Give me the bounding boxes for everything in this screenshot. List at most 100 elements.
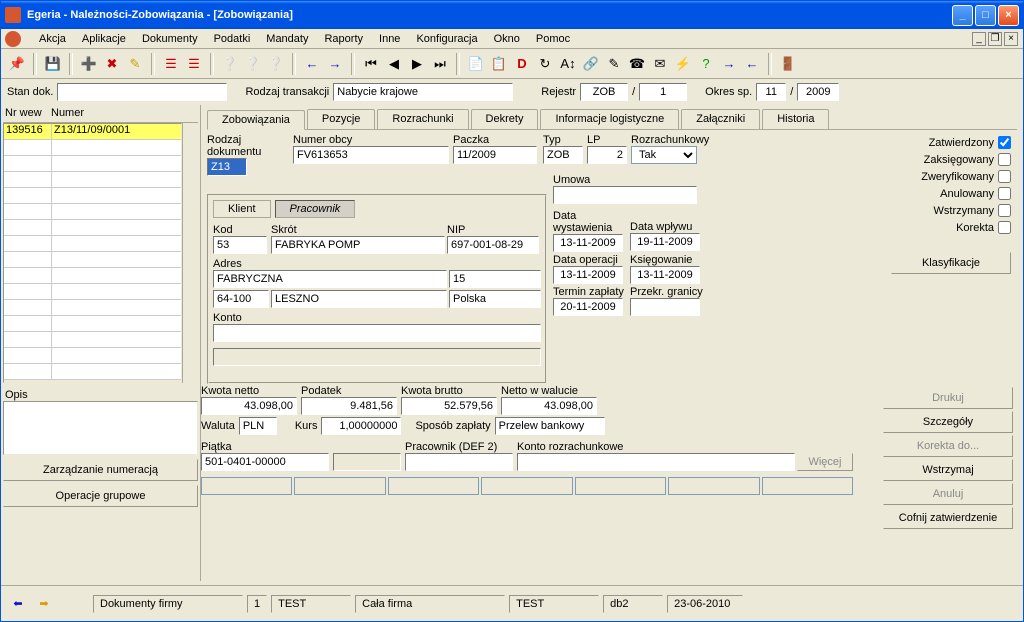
data-oper-input[interactable]	[553, 266, 623, 284]
exit-icon[interactable]: 🚪	[778, 54, 798, 74]
kontor-input[interactable]	[517, 453, 795, 471]
prac-input[interactable]	[405, 453, 513, 471]
menu-mandaty[interactable]: Mandaty	[258, 31, 316, 47]
help-icon[interactable]: ❔	[220, 54, 240, 74]
mdi-minimize[interactable]: _	[972, 32, 986, 46]
mdi-close[interactable]: ×	[1004, 32, 1018, 46]
ksieg-input[interactable]	[630, 266, 700, 284]
netto-input[interactable]	[201, 397, 297, 415]
close-button[interactable]: ×	[998, 5, 1019, 26]
flash-icon[interactable]: ⚡	[673, 54, 693, 74]
tab-zalaczniki[interactable]: Załączniki	[681, 109, 760, 129]
arrow-right-icon[interactable]: →	[325, 54, 345, 74]
ktab-pracownik[interactable]: Pracownik	[275, 200, 356, 218]
termin-input[interactable]	[553, 298, 623, 316]
piatka-input[interactable]	[201, 453, 329, 471]
przekr-input[interactable]	[630, 298, 700, 316]
next-icon[interactable]: ▶	[407, 54, 427, 74]
stan-input[interactable]	[57, 83, 227, 101]
find-icon[interactable]: ❔	[243, 54, 263, 74]
cofnij-button[interactable]: Cofnij zatwierdzenie	[883, 507, 1013, 529]
data-wplyw-input[interactable]	[630, 233, 700, 251]
adres-city-input[interactable]	[271, 290, 447, 308]
group-operations-button[interactable]: Operacje grupowe	[3, 485, 198, 507]
menu-dokumenty[interactable]: Dokumenty	[134, 31, 206, 47]
opis-textarea[interactable]	[3, 401, 198, 455]
tab-rozrachunki[interactable]: Rozrachunki	[377, 109, 468, 129]
menu-akcja[interactable]: Akcja	[31, 31, 74, 47]
waluta-input[interactable]	[239, 417, 277, 435]
anuluj-button[interactable]: Anuluj	[883, 483, 1013, 505]
wiecej-button[interactable]: Więcej	[797, 453, 853, 471]
chk-zatw[interactable]	[998, 136, 1011, 149]
brutto-input[interactable]	[401, 397, 497, 415]
rozrach-select[interactable]: Tak	[631, 146, 697, 164]
okres-y-input[interactable]	[797, 83, 839, 101]
tab-pozycje[interactable]: Pozycje	[307, 109, 376, 129]
lp-input[interactable]	[587, 146, 627, 164]
menu-konfiguracja[interactable]: Konfiguracja	[408, 31, 485, 47]
prev-icon[interactable]: ◀	[384, 54, 404, 74]
delete-icon[interactable]: ✖	[102, 54, 122, 74]
kurs-input[interactable]	[321, 417, 401, 435]
doc-list[interactable]: 139516 Z13/11/09/0001	[3, 123, 182, 383]
korekta-button[interactable]: Korekta do...	[883, 435, 1013, 457]
menu-pomoc[interactable]: Pomoc	[528, 31, 578, 47]
pin-icon[interactable]: 📌	[7, 54, 27, 74]
data-wyst-input[interactable]	[553, 234, 623, 252]
chk-zwer[interactable]	[998, 170, 1011, 183]
adres-country-input[interactable]	[449, 290, 541, 308]
wstrzymaj-button[interactable]: Wstrzymaj	[883, 459, 1013, 481]
tab-dekrety[interactable]: Dekrety	[471, 109, 539, 129]
manage-numbering-button[interactable]: Zarządzanie numeracją	[3, 459, 198, 481]
sort-icon[interactable]: A↕	[558, 54, 578, 74]
rejestr-num-input[interactable]	[639, 83, 687, 101]
klasyfikacje-button[interactable]: Klasyfikacje	[891, 252, 1011, 274]
menu-podatki[interactable]: Podatki	[206, 31, 259, 47]
doc1-icon[interactable]: 📄	[466, 54, 486, 74]
edit-icon[interactable]: ✎	[125, 54, 145, 74]
menu-aplikacje[interactable]: Aplikacje	[74, 31, 134, 47]
chk-wstr[interactable]	[998, 204, 1011, 217]
drukuj-button[interactable]: Drukuj	[883, 387, 1013, 409]
spos-input[interactable]	[495, 417, 605, 435]
d-icon[interactable]: D	[512, 54, 532, 74]
okres-m-input[interactable]	[756, 83, 786, 101]
list-scrollbar[interactable]	[182, 123, 198, 383]
konto-input[interactable]	[213, 324, 541, 342]
menu-okno[interactable]: Okno	[486, 31, 528, 47]
tab-zobowiazania[interactable]: Zobowiązania	[207, 110, 305, 130]
menu-inne[interactable]: Inne	[371, 31, 408, 47]
phone-icon[interactable]: ☎	[627, 54, 647, 74]
maximize-button[interactable]: □	[975, 5, 996, 26]
podatek-input[interactable]	[301, 397, 397, 415]
chk-kor[interactable]	[998, 221, 1011, 234]
back2-icon[interactable]: ←	[742, 54, 762, 74]
doc2-icon[interactable]: 📋	[489, 54, 509, 74]
typ-input[interactable]	[543, 146, 583, 164]
arrow-left-icon[interactable]: ←	[302, 54, 322, 74]
last-icon[interactable]: ⏭	[430, 54, 450, 74]
sb-next[interactable]: ➡	[33, 593, 55, 615]
sb-prev[interactable]: ⬅	[7, 593, 29, 615]
skrot-input[interactable]	[271, 236, 445, 254]
mail-icon[interactable]: ✉	[650, 54, 670, 74]
help2-icon[interactable]: ❔	[266, 54, 286, 74]
list-a-icon[interactable]: ☰	[161, 54, 181, 74]
q-icon[interactable]: ?	[696, 54, 716, 74]
link-icon[interactable]: 🔗	[581, 54, 601, 74]
nip-input[interactable]	[447, 236, 539, 254]
mdi-restore[interactable]: ❐	[988, 32, 1002, 46]
numer-obcy-input[interactable]	[293, 146, 449, 164]
rodzaj-trans-input[interactable]	[333, 83, 513, 101]
paczka-input[interactable]	[453, 146, 537, 164]
tab-historia[interactable]: Historia	[762, 109, 829, 129]
kod-input[interactable]	[213, 236, 267, 254]
save-icon[interactable]: 💾	[43, 54, 63, 74]
szczegoly-button[interactable]: Szczegóły	[883, 411, 1013, 433]
menu-raporty[interactable]: Raporty	[316, 31, 371, 47]
list-row[interactable]: 139516 Z13/11/09/0001	[4, 124, 181, 140]
adres-num-input[interactable]	[449, 270, 541, 288]
umowa-input[interactable]	[553, 186, 697, 204]
chk-zaks[interactable]	[998, 153, 1011, 166]
